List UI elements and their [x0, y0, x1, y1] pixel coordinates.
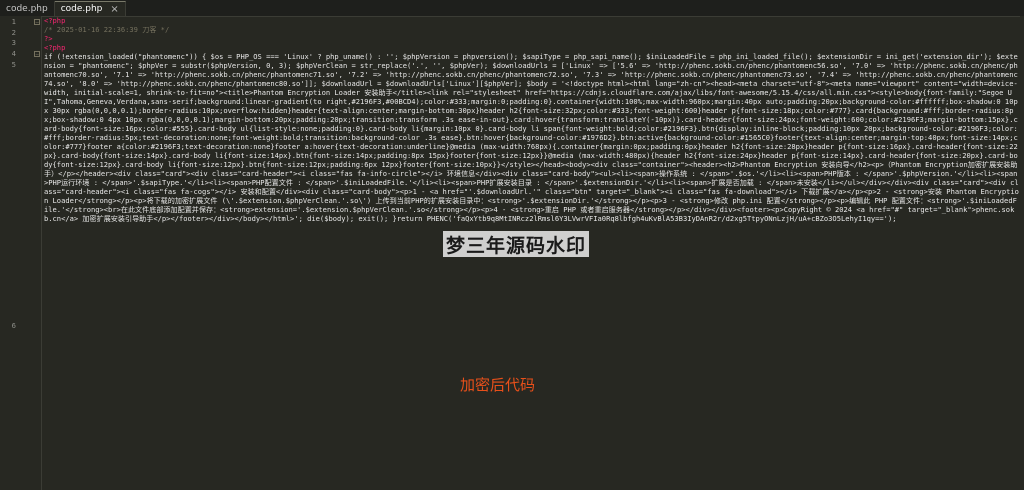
code-line-4: <?php	[44, 43, 66, 52]
tab-bar: code.php code.php ×	[0, 0, 1024, 17]
tab-code-php-2[interactable]: code.php ×	[54, 1, 126, 16]
code-line-2: /* 2025-01-16 22:36:39 刀客 */	[44, 25, 170, 34]
caption-text: 加密后代码	[460, 376, 536, 394]
code-line-1: <?php	[44, 16, 66, 25]
line-number: 6	[11, 321, 16, 330]
line-number: 2	[11, 28, 16, 37]
fold-marker-icon[interactable]: −	[34, 51, 40, 58]
tab-label: code.php	[60, 4, 103, 14]
line-number: 1	[11, 17, 16, 26]
line-number: 4	[11, 49, 16, 58]
tab-label: code.php	[6, 3, 48, 14]
watermark: 梦三年源码水印	[443, 231, 590, 257]
line-number: 3	[11, 38, 16, 47]
line-number-gutter: 1 2 3 4 5 6 − −	[0, 16, 42, 490]
line-number: 5	[11, 60, 16, 69]
code-editor[interactable]: <?php /* 2025-01-16 22:36:39 刀客 */ ?> <?…	[44, 16, 1020, 316]
code-line-5: if (!extension_loaded("phantomenc")) { $…	[44, 52, 1019, 223]
close-icon[interactable]: ×	[110, 4, 118, 15]
tab-code-php-1[interactable]: code.php	[0, 1, 55, 16]
code-line-3: ?>	[44, 34, 53, 43]
fold-marker-icon[interactable]: −	[34, 19, 40, 26]
vertical-scrollbar[interactable]	[1020, 16, 1024, 490]
